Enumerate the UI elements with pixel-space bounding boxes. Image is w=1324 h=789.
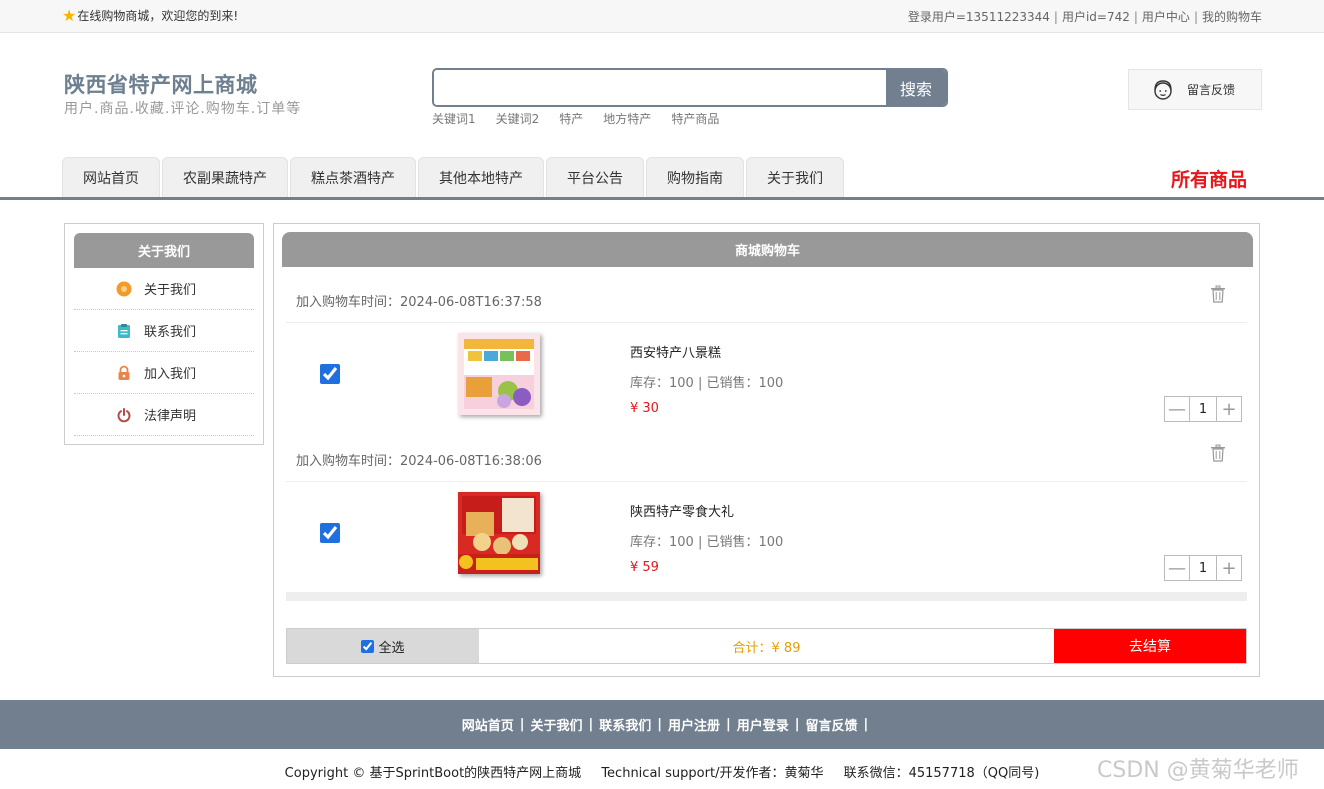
clipboard-icon (116, 323, 132, 339)
nav-tab-notice[interactable]: 平台公告 (546, 157, 644, 197)
nav-divider (0, 197, 1324, 200)
user-center-link[interactable]: 用户中心 (1142, 10, 1190, 24)
nav-tab-agri[interactable]: 农副果蔬特产 (162, 157, 288, 197)
sidebar-item-label: 法律声明 (144, 409, 197, 424)
search-keywords: 关键词1 关键词2 特产 地方特产 特产商品 (432, 110, 719, 127)
feedback-label: 留言反馈 (1187, 83, 1236, 97)
trash-icon[interactable] (1210, 444, 1226, 462)
power-icon (116, 407, 132, 423)
checkout-button[interactable]: 去结算 (1054, 629, 1246, 663)
nav-tab-guide[interactable]: 购物指南 (646, 157, 744, 197)
product-thumbnail-snack-gift[interactable] (458, 492, 540, 574)
cart-item-checkbox[interactable] (320, 364, 340, 384)
sidebar-item-label: 加入我们 (144, 367, 197, 382)
increase-button[interactable]: + (1217, 556, 1241, 580)
quantity-value[interactable]: 1 (1189, 556, 1217, 580)
sidebar-item-join[interactable]: 加入我们 (74, 352, 254, 394)
select-all-checkbox[interactable] (361, 639, 375, 653)
footer-link-register[interactable]: 用户注册 (668, 715, 720, 734)
decrease-button[interactable]: — (1165, 397, 1189, 421)
keyword-link[interactable]: 特产 (559, 110, 583, 127)
select-all-label: 全选 (378, 640, 405, 656)
nav-tab-about[interactable]: 关于我们 (746, 157, 844, 197)
select-all[interactable]: 全选 (287, 629, 479, 663)
main-nav: 网站首页 农副果蔬特产 糕点茶酒特产 其他本地特产 平台公告 购物指南 关于我们 (62, 157, 845, 197)
trash-icon[interactable] (1210, 285, 1226, 303)
nav-tab-pastry[interactable]: 糕点茶酒特产 (290, 157, 416, 197)
support-text: Technical support/开发作者：黄菊华 (601, 766, 824, 781)
contact-text: 联系微信：45157718（QQ同号) (843, 766, 1040, 781)
footer-link-about[interactable]: 关于我们 (530, 715, 582, 734)
search-button[interactable]: 搜索 (886, 70, 946, 105)
search-box: 搜索 (432, 68, 948, 107)
cart-item-checkbox[interactable] (320, 523, 340, 543)
feedback-button[interactable]: 留言反馈 (1128, 69, 1262, 110)
product-stock: 库存：100 | 已销售：100 (630, 535, 784, 550)
sidebar-item-label: 关于我们 (144, 283, 197, 298)
orange-circle-icon (116, 281, 132, 297)
copyright-text: Copyright © 基于SprintBoot的陕西特产网上商城 (284, 766, 582, 781)
keyword-link[interactable]: 关键词2 (496, 110, 540, 127)
quantity-stepper: — 1 + (1164, 555, 1242, 581)
item-divider (286, 322, 1247, 323)
product-price: ¥ 59 (630, 560, 659, 575)
sidebar-item-contact[interactable]: 联系我们 (74, 310, 254, 352)
cart-title: 商城购物车 (282, 232, 1253, 267)
star-icon: ★ (62, 5, 77, 25)
cart-item-time: 加入购物车时间：2024-06-08T16:37:58 (296, 295, 542, 310)
cart-panel: 商城购物车 加入购物车时间：2024-06-08T16:37:58 西安特产八景… (273, 223, 1260, 677)
keyword-link[interactable]: 特产商品 (671, 110, 719, 127)
lock-icon (116, 365, 132, 381)
cart-total: 合计：¥ 89 (732, 640, 801, 656)
cart-item-time: 加入购物车时间：2024-06-08T16:38:06 (296, 454, 542, 469)
footer-link-login[interactable]: 用户登录 (737, 715, 789, 734)
nav-tab-home[interactable]: 网站首页 (62, 157, 160, 197)
sidebar-item-label: 联系我们 (144, 325, 197, 340)
footer-link-feedback[interactable]: 留言反馈 (806, 715, 858, 734)
top-bar: ★ 在线购物商城，欢迎您的到来! 登录用户=13511223344 | 用户id=7… (0, 0, 1324, 33)
product-price: ¥ 30 (630, 401, 659, 416)
logged-in-user[interactable]: 登录用户=13511223344 (908, 10, 1050, 24)
decrease-button[interactable]: — (1165, 556, 1189, 580)
keyword-link[interactable]: 关键词1 (432, 110, 476, 127)
site-subtitle: 用户.商品.收藏.评论.购物车.订单等 (64, 101, 302, 117)
welcome-message: ★ 在线购物商城，欢迎您的到来! (62, 7, 238, 24)
footer-nav: 网站首页 | 关于我们 | 联系我们 | 用户注册 | 用户登录 | 留言反馈 | (0, 700, 1324, 749)
increase-button[interactable]: + (1217, 397, 1241, 421)
keyword-link[interactable]: 地方特产 (603, 110, 651, 127)
product-stock: 库存：100 | 已销售：100 (630, 376, 784, 391)
quantity-stepper: — 1 + (1164, 396, 1242, 422)
user-links: 登录用户=13511223344 | 用户id=742 | 用户中心 | 我的购物车 (907, 10, 1262, 24)
welcome-text: 在线购物商城，欢迎您的到来! (77, 9, 239, 23)
user-id[interactable]: 用户id=742 (1062, 10, 1130, 24)
nav-tab-other[interactable]: 其他本地特产 (418, 157, 544, 197)
sidebar-title: 关于我们 (74, 233, 254, 268)
product-name[interactable]: 陕西特产零食大礼 (630, 501, 734, 520)
sidebar-item-about[interactable]: 关于我们 (74, 268, 254, 310)
site-title: 陕西省特产网上商城 (64, 73, 258, 97)
cart-summary-bar: 全选 合计：¥ 89 去结算 (286, 628, 1247, 664)
product-name[interactable]: 西安特产八景糕 (630, 342, 721, 361)
cart-divider-band (286, 592, 1247, 601)
footer-link-contact[interactable]: 联系我们 (599, 715, 651, 734)
sidebar-item-legal[interactable]: 法律声明 (74, 394, 254, 436)
quantity-value[interactable]: 1 (1189, 397, 1217, 421)
product-thumbnail-bajinggao[interactable] (458, 333, 540, 415)
search-input[interactable] (434, 70, 886, 105)
footer-link-home[interactable]: 网站首页 (462, 715, 514, 734)
watermark: CSDN @黄菊华老师 (1097, 758, 1299, 783)
item-divider (286, 481, 1247, 482)
my-cart-link[interactable]: 我的购物车 (1202, 10, 1262, 24)
customer-service-icon (1154, 79, 1172, 100)
sidebar: 关于我们 关于我们 联系我们 加入我们 法律声明 (64, 223, 264, 445)
all-goods-link[interactable]: 所有商品 (1171, 165, 1247, 192)
